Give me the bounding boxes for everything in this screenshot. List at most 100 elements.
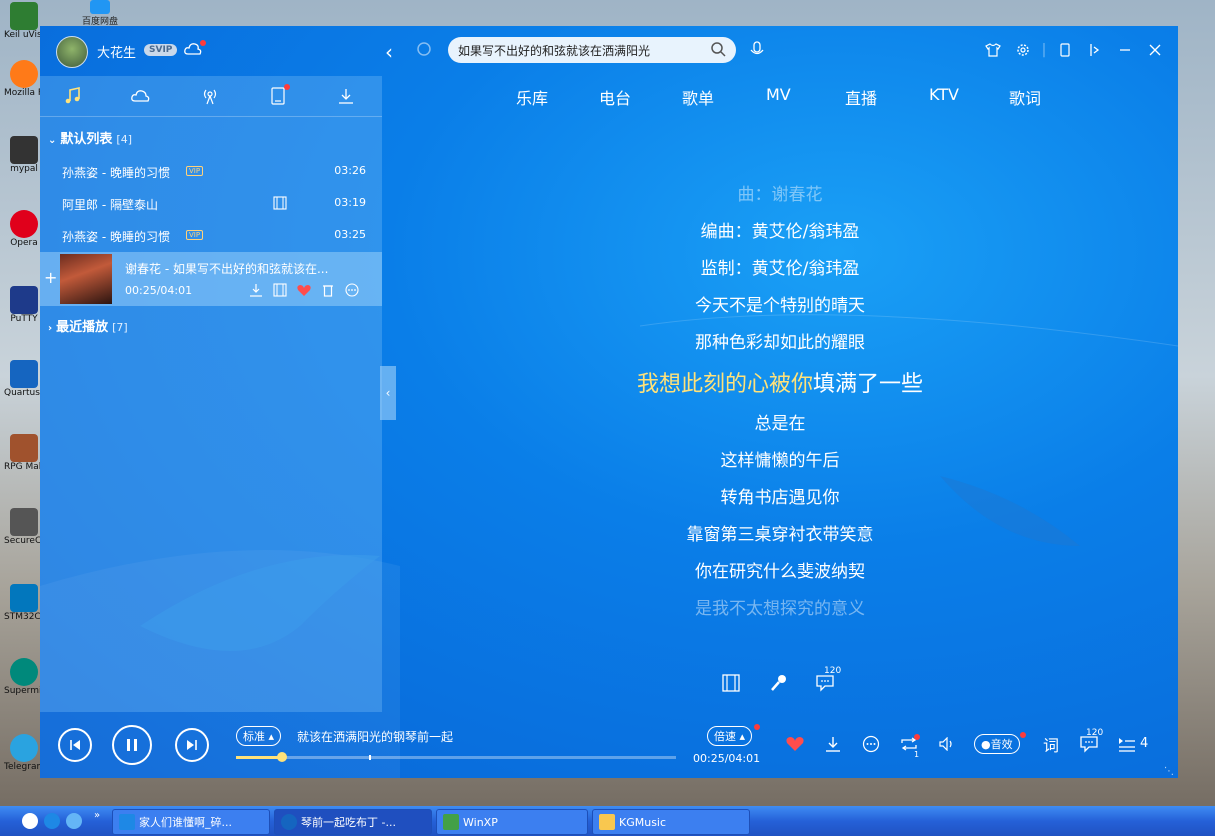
tab-lyrics[interactable]: 歌词 [1009, 85, 1041, 109]
desktop-icon-mypal[interactable]: mypal [4, 136, 44, 174]
lyric-line: 这样慵懒的午后 [720, 451, 840, 471]
vip-badge: VIP [186, 166, 204, 176]
lyric-line: 曲：谢春花 [737, 185, 823, 205]
radio-broadcast-icon[interactable] [198, 84, 222, 108]
taskbar-item-active[interactable]: 琴前一起吃布丁 -... [274, 809, 432, 835]
securecrt-icon [10, 508, 38, 536]
desktop-icon-stm32cube[interactable]: STM32Cube [4, 584, 44, 622]
settings-gear-icon[interactable] [1012, 40, 1034, 60]
taskbar-item[interactable]: KGMusic [592, 809, 750, 835]
voice-search-icon[interactable] [749, 41, 765, 59]
trash-icon[interactable] [320, 282, 336, 298]
quality-selector[interactable]: 标准 ▴ [236, 726, 282, 746]
download-icon[interactable] [248, 282, 264, 298]
close-icon[interactable] [1144, 40, 1166, 60]
tab-radio[interactable]: 电台 [599, 85, 631, 109]
desktop-icon-baidu-netdisk[interactable]: 百度网盘 [80, 0, 120, 27]
desktop-icon-keil[interactable]: Keil uVision [4, 2, 44, 40]
playlist-queue-icon[interactable] [1116, 734, 1138, 754]
desktop-icon-telegram[interactable]: Telegram [4, 734, 44, 772]
song-name: 阿里郎 - 隔壁泰山 [62, 198, 158, 212]
search-icon[interactable] [710, 41, 726, 57]
resize-grip-icon[interactable]: ⋱ [1164, 766, 1174, 777]
song-name: 孙燕姿 - 晚睡的习惯 [62, 230, 170, 244]
previous-button[interactable] [58, 728, 92, 762]
more-icon[interactable] [344, 282, 360, 298]
desktop-icon-firefox[interactable]: Mozilla Firefox [4, 60, 44, 98]
back-icon[interactable]: ‹ [385, 40, 393, 64]
username[interactable]: 大花生 [97, 42, 136, 61]
sidebar-collapse-handle[interactable]: ‹ [380, 366, 396, 420]
quicklaunch-icon[interactable] [66, 813, 82, 829]
pause-button[interactable] [112, 725, 152, 765]
heart-icon[interactable] [296, 282, 312, 298]
kugou-music-window: 大花生 SVIP ‹ 如果写不出好的和弦就该在洒满阳光 | 乐库 电台 歌单 M… [40, 26, 1178, 778]
desktop-icon-securecrt[interactable]: SecureCRT 7.2 [4, 508, 44, 546]
heart-icon[interactable] [784, 734, 806, 754]
mv-film-icon[interactable] [720, 672, 742, 694]
folder-icon [599, 814, 615, 830]
progress-bar[interactable] [236, 752, 676, 762]
notification-dot [200, 40, 206, 46]
mv-film-icon[interactable] [272, 282, 288, 298]
tab-playlists[interactable]: 歌单 [682, 85, 714, 109]
volume-icon[interactable] [936, 734, 958, 754]
default-list-header[interactable]: ⌄ 默认列表 [4] [48, 128, 132, 147]
lyric-line: 转角书店遇见你 [720, 488, 840, 508]
list-item[interactable]: 孙燕姿 - 晚睡的习惯 VIP 03:25 [40, 220, 382, 252]
avatar[interactable] [56, 36, 88, 68]
speed-label: 倍速 [714, 730, 736, 743]
microphone-icon[interactable] [768, 672, 790, 694]
opera-icon [10, 210, 38, 238]
desktop-lyric-icon[interactable] [1084, 40, 1106, 60]
search-input[interactable]: 如果写不出好的和弦就该在洒满阳光 [458, 42, 650, 59]
rpgmaker-icon [10, 434, 38, 462]
tab-mv[interactable]: MV [766, 85, 791, 104]
svip-badge[interactable]: SVIP [144, 44, 178, 56]
current-lyric-sung: 我想此刻的心被你 [636, 372, 813, 397]
add-icon[interactable]: + [44, 268, 57, 287]
list-item[interactable]: 孙燕姿 - 晚睡的习惯 VIP 03:26 [40, 156, 382, 188]
desktop-icon-putty[interactable]: PuTTY [4, 286, 44, 324]
putty-icon [10, 286, 38, 314]
lyric-line: 今天不是个特别的晴天 [695, 296, 865, 316]
taskbar: » 家人们谁懂啊_碎... 琴前一起吃布丁 -... WinXP KGMusic [0, 806, 1215, 836]
desktop-icon-supermium[interactable]: Supermium [4, 658, 44, 696]
more-icon[interactable] [860, 734, 882, 754]
download-icon[interactable] [334, 84, 358, 108]
mini-mode-icon[interactable] [1054, 40, 1076, 60]
tab-live[interactable]: 直播 [845, 85, 877, 109]
list-item[interactable]: 阿里郎 - 隔壁泰山 03:19 [40, 188, 382, 220]
ie-quicklaunch-icon[interactable] [44, 813, 60, 829]
desktop-icon-rpgmaker[interactable]: RPG Maker [4, 434, 44, 472]
refresh-icon[interactable] [415, 40, 433, 58]
mv-film-icon[interactable] [273, 196, 287, 210]
quicklaunch-overflow-icon[interactable]: » [94, 810, 100, 821]
minimize-icon[interactable] [1114, 40, 1136, 60]
telegram-icon [10, 734, 38, 762]
taskbar-item[interactable]: 家人们谁懂啊_碎... [112, 809, 270, 835]
progress-marker [369, 755, 371, 760]
skin-icon[interactable] [982, 40, 1004, 60]
tab-library[interactable]: 乐库 [516, 85, 548, 109]
sound-effect-button[interactable]: ●音效 [974, 734, 1020, 754]
recent-list-header[interactable]: › 最近播放 [7] [48, 316, 128, 335]
keil-icon [10, 2, 38, 30]
cloud-icon[interactable] [129, 84, 153, 108]
kugou-icon [281, 814, 297, 830]
speed-selector[interactable]: 倍速 ▴ [707, 726, 753, 746]
current-song-item[interactable]: + 谢春花 - 如果写不出好的和弦就该在... 00:25/04:01 [40, 252, 382, 306]
show-desktop-icon[interactable] [22, 813, 38, 829]
desktop-icon-quartus[interactable]: Quartus 13.0sp1 [4, 360, 44, 398]
lyric-toggle-button[interactable]: 词 [1040, 734, 1062, 755]
comment-count: 120 [824, 666, 842, 676]
next-button[interactable] [175, 728, 209, 762]
search-box[interactable]: 如果写不出好的和弦就该在洒满阳光 [448, 37, 736, 63]
download-icon[interactable] [822, 734, 844, 754]
taskbar-item[interactable]: WinXP [436, 809, 588, 835]
progress-handle[interactable] [276, 752, 287, 762]
desktop-icon-opera[interactable]: Opera [4, 210, 44, 248]
lyric-line: 那种色彩却如此的耀眼 [695, 333, 865, 353]
music-note-icon[interactable] [61, 84, 85, 108]
tab-ktv[interactable]: KTV [929, 85, 959, 104]
